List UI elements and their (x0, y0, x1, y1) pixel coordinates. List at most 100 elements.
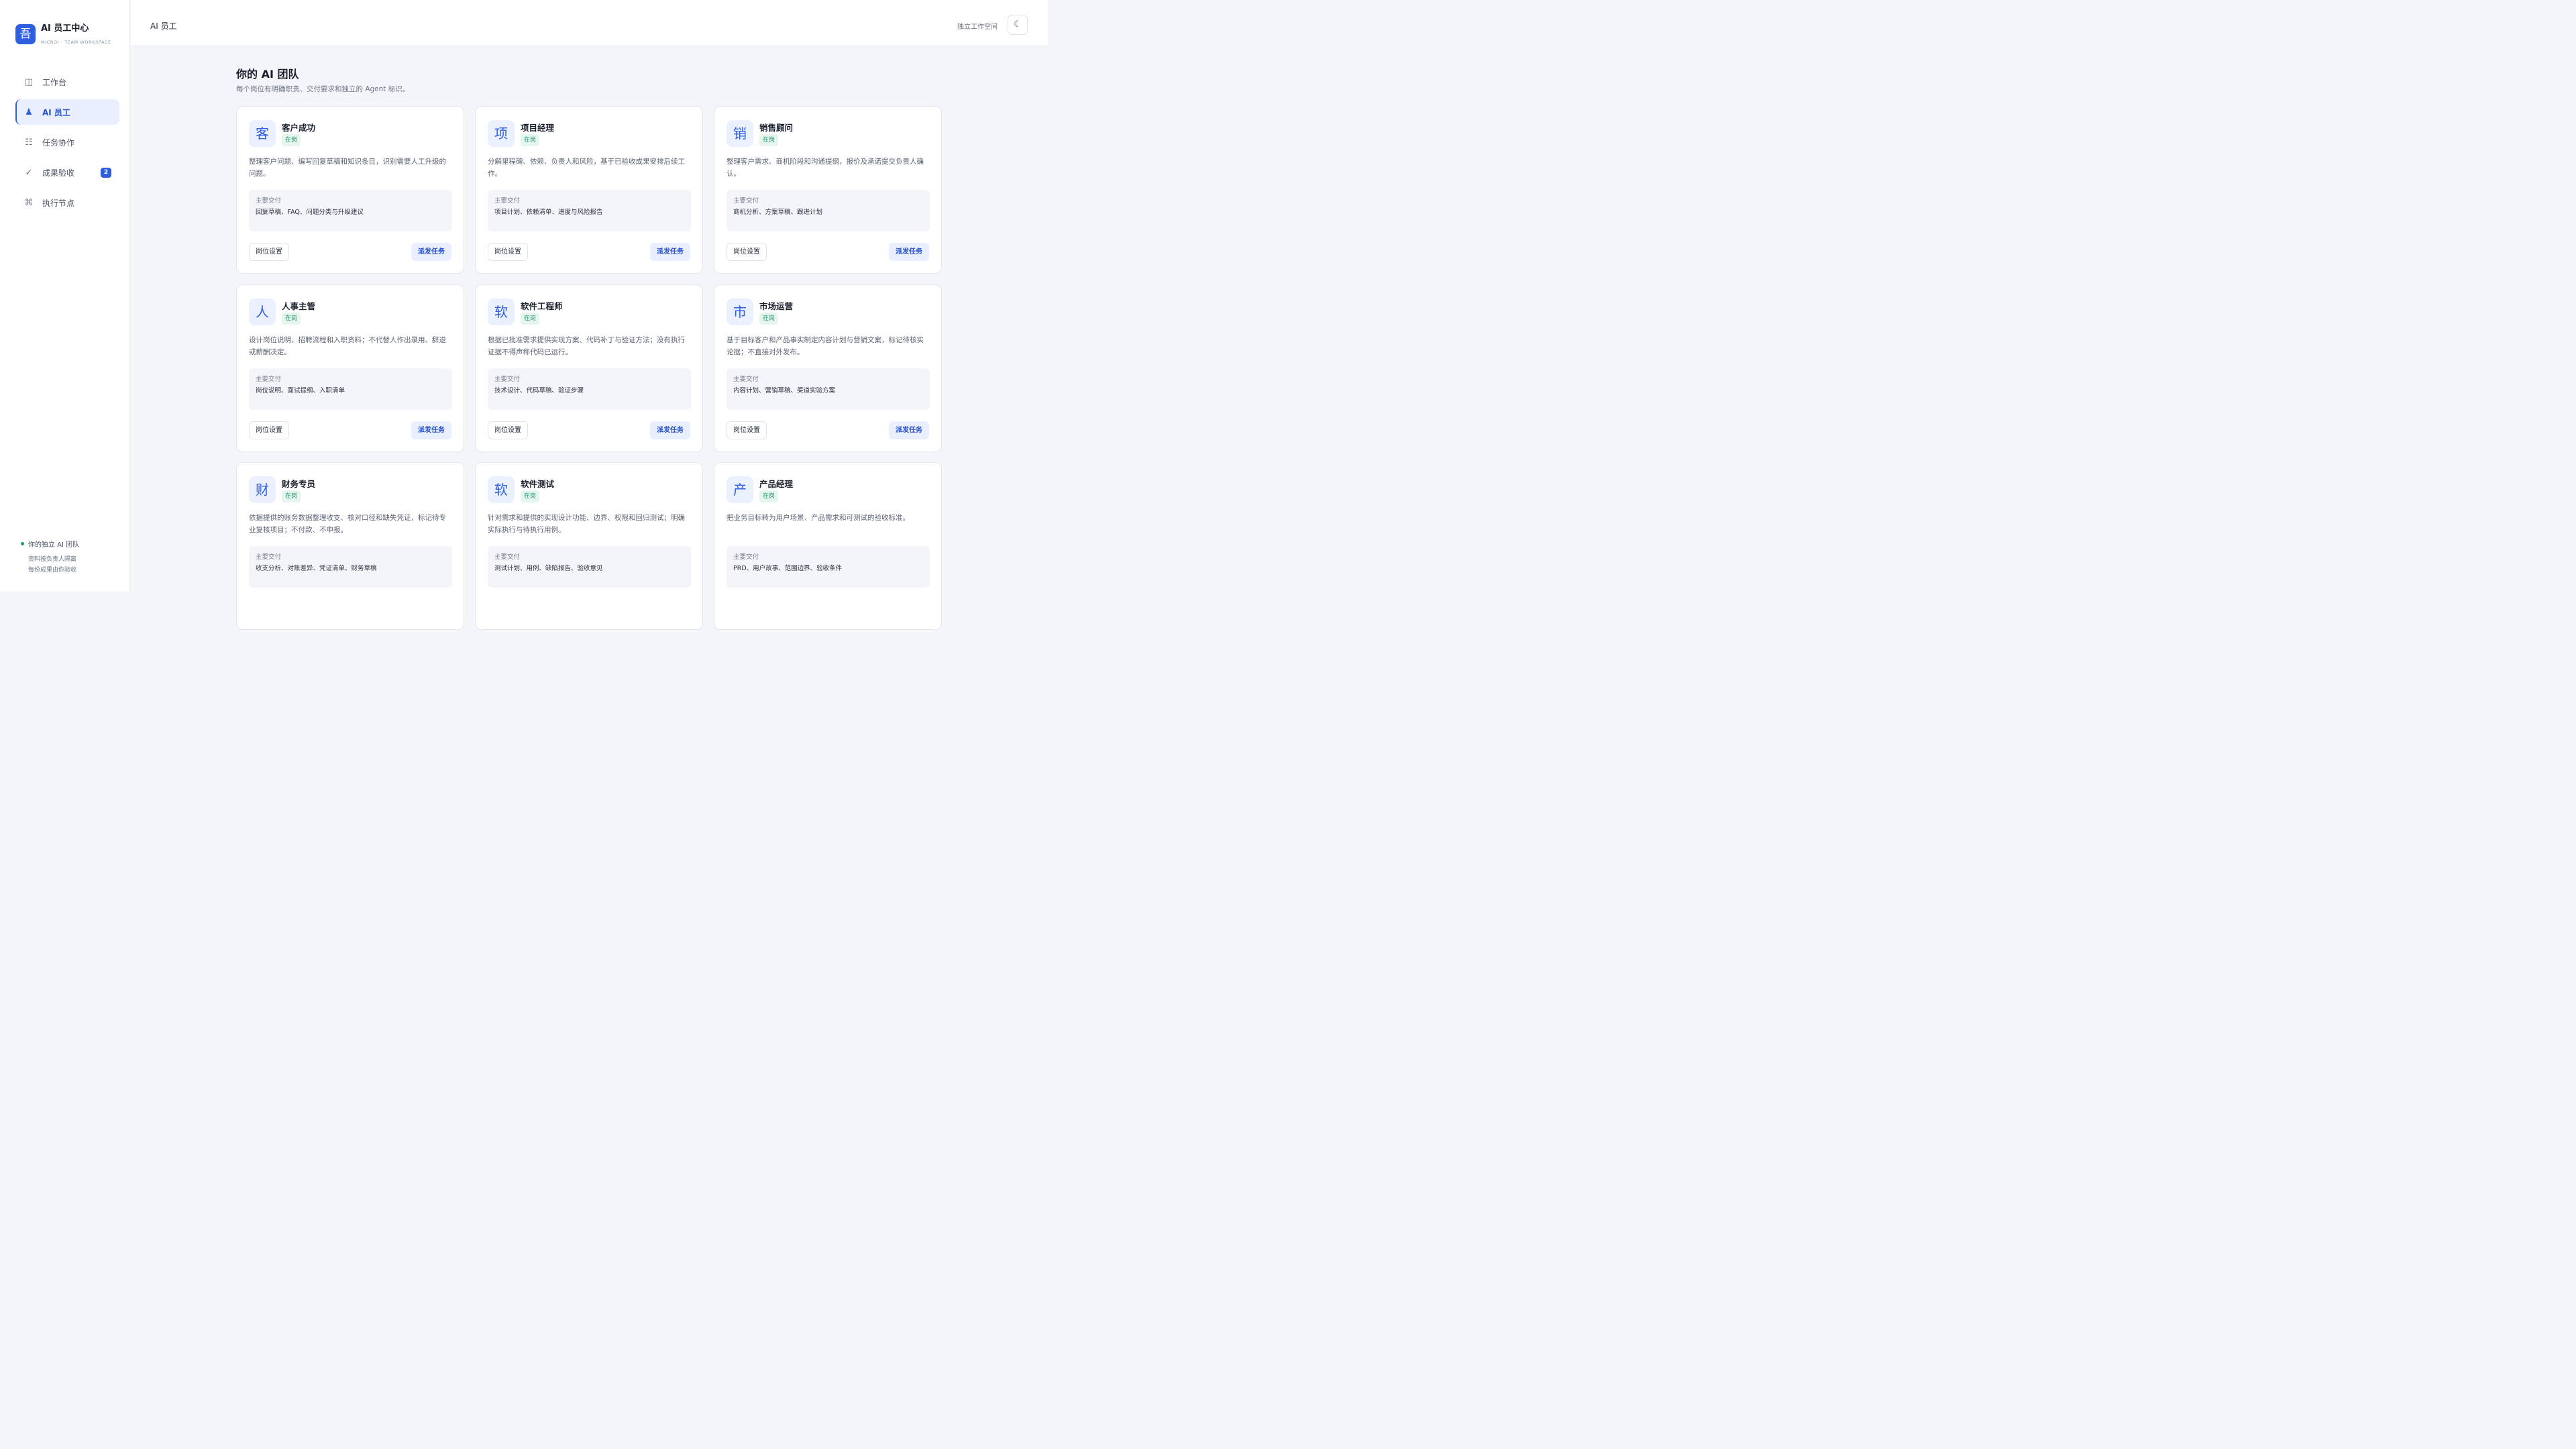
page-subtitle: 每个岗位有明确职责、交付要求和独立的 Agent 标识。 (236, 85, 410, 93)
role-settings-button[interactable]: 岗位设置 (249, 243, 289, 261)
role-settings-button[interactable]: 岗位设置 (727, 243, 767, 261)
deliverables-text: 项目计划、依赖清单、进度与风险报告 (494, 209, 603, 216)
role-avatar: 产 (727, 476, 753, 503)
role-name: 产品经理 (759, 479, 794, 489)
role-avatar: 软 (488, 476, 515, 503)
top-header: AI 员工 独立工作空间 ☾ (131, 0, 1048, 46)
status-badge: 在岗 (282, 134, 301, 146)
dispatch-task-button[interactable]: 派发任务 (650, 243, 690, 261)
status-badge: 在岗 (521, 490, 540, 502)
staff-card: 财 财务专员 在岗 依据提供的账务数据整理收支、核对口径和缺失凭证，标记待专业复… (236, 462, 464, 630)
role-name: 财务专员 (282, 479, 316, 489)
deliverables-box: 主要交付 内容计划、营销草稿、渠道实验方案 (727, 368, 930, 410)
review-count-badge: 2 (101, 168, 111, 178)
brand-subtitle: MICROI · TEAM WORKSPACE (41, 40, 111, 45)
dispatch-task-button[interactable]: 派发任务 (411, 421, 451, 439)
sidebar-item-workbench[interactable]: ◫ 工作台 (15, 69, 119, 95)
deliverables-label: 主要交付 (494, 376, 521, 383)
staff-card: 软 软件测试 在岗 针对需求和提供的实现设计功能、边界、权限和回归测试；明确实际… (475, 462, 703, 630)
staff-card: 市 市场运营 在岗 基于目标客户和产品事实制定内容计划与营销文案，标记待核实论据… (714, 284, 942, 452)
sidebar-item-tasks[interactable]: ☷ 任务协作 (15, 129, 119, 155)
role-description: 设计岗位说明、招聘流程和入职资料；不代替人作出录用、辞退或薪酬决定。 (249, 336, 446, 356)
role-name: 软件工程师 (521, 301, 563, 311)
deliverables-box: 主要交付 商机分析、方案草稿、跟进计划 (727, 190, 930, 231)
role-avatar: 财 (249, 476, 276, 503)
role-name: 软件测试 (521, 479, 555, 489)
team-label: 你的独立 AI 团队 (28, 541, 80, 549)
moon-icon: ☾ (1014, 19, 1022, 30)
role-avatar: 销 (727, 120, 753, 147)
deliverables-box: 主要交付 回复草稿、FAQ、问题分类与升级建议 (249, 190, 452, 231)
deliverables-label: 主要交付 (256, 376, 282, 383)
deliverables-text: 技术设计、代码草稿、验证步骤 (494, 387, 584, 394)
sidebar-item-review[interactable]: ✓ 成果验收 2 (15, 160, 119, 185)
role-name: 市场运营 (759, 301, 794, 311)
role-avatar: 客 (249, 120, 276, 147)
role-description: 分解里程碑、依赖、负责人和风险，基于已验收成果安排后续工作。 (488, 158, 685, 178)
staff-card: 软 软件工程师 在岗 根据已批准需求提供实现方案、代码补丁与验证方法；没有执行证… (475, 284, 703, 452)
sidebar: 吾 AI 员工中心 MICROI · TEAM WORKSPACE ◫ 工作台 … (0, 0, 130, 592)
deliverables-box: 主要交付 收支分析、对账差异、凭证清单、财务草稿 (249, 546, 452, 588)
role-name: 项目经理 (521, 123, 555, 133)
role-description: 整理客户问题、编写回复草稿和知识条目，识别需要人工升级的问题。 (249, 158, 446, 178)
check-icon: ✓ (25, 167, 33, 178)
isolation-note: 资料按负责人隔离 (28, 556, 77, 563)
role-description: 基于目标客户和产品事实制定内容计划与营销文案，标记待核实论据；不直接对外发布。 (727, 336, 924, 356)
deliverables-text: 收支分析、对账差异、凭证清单、财务草稿 (256, 565, 377, 572)
deliverables-label: 主要交付 (733, 197, 759, 205)
role-avatar: 项 (488, 120, 515, 147)
deliverables-label: 主要交付 (256, 553, 282, 561)
brand[interactable]: 吾 AI 员工中心 MICROI · TEAM WORKSPACE (15, 23, 111, 45)
deliverables-text: 商机分析、方案草稿、跟进计划 (733, 209, 823, 216)
staff-card: 人 人事主管 在岗 设计岗位说明、招聘流程和入职资料；不代替人作出录用、辞退或薪… (236, 284, 464, 452)
role-description: 整理客户需求、商机阶段和沟通提纲，报价及承诺提交负责人确认。 (727, 158, 924, 178)
deliverables-box: 主要交付 项目计划、依赖清单、进度与风险报告 (488, 190, 691, 231)
status-badge: 在岗 (282, 490, 301, 502)
brand-logo: 吾 (15, 24, 36, 44)
list-icon: ☷ (25, 137, 33, 148)
role-description: 根据已批准需求提供实现方案、代码补丁与验证方法；没有执行证据不得声称代码已运行。 (488, 336, 685, 356)
sidebar-item-label: 成果验收 (42, 168, 75, 178)
deliverables-label: 主要交付 (256, 197, 282, 205)
role-name: 人事主管 (282, 301, 316, 311)
role-description: 把业务目标转为用户场景、产品需求和可测试的验收标准。 (727, 514, 910, 522)
deliverables-text: 内容计划、营销草稿、渠道实验方案 (733, 387, 836, 394)
sidebar-item-label: 工作台 (42, 77, 67, 87)
dispatch-task-button[interactable]: 派发任务 (411, 243, 451, 261)
workspace-label[interactable]: 独立工作空间 (957, 21, 998, 31)
role-settings-button[interactable]: 岗位设置 (488, 421, 528, 439)
sidebar-item-label: AI 员工 (42, 107, 70, 117)
role-name: 客户成功 (282, 123, 316, 133)
deliverables-text: 岗位说明、面试提纲、入职清单 (256, 387, 345, 394)
sidebar-item-label: 任务协作 (42, 138, 75, 148)
status-badge: 在岗 (759, 490, 779, 502)
sidebar-item-nodes[interactable]: ⌘ 执行节点 (15, 190, 119, 215)
command-icon: ⌘ (24, 197, 34, 208)
deliverables-label: 主要交付 (733, 553, 759, 561)
deliverables-label: 主要交付 (733, 376, 759, 383)
brand-name: AI 员工中心 (41, 23, 89, 34)
sidebar-item-ai-staff[interactable]: ♟ AI 员工 (15, 99, 119, 125)
role-settings-button[interactable]: 岗位设置 (727, 421, 767, 439)
role-avatar: 市 (727, 299, 753, 325)
status-dot-icon (21, 542, 24, 545)
status-badge: 在岗 (521, 134, 540, 146)
dispatch-task-button[interactable]: 派发任务 (650, 421, 690, 439)
theme-toggle-button[interactable]: ☾ (1008, 15, 1028, 35)
dispatch-task-button[interactable]: 派发任务 (889, 421, 929, 439)
role-avatar: 人 (249, 299, 276, 325)
deliverables-text: PRD、用户故事、范围边界、验收条件 (733, 565, 843, 572)
dispatch-task-button[interactable]: 派发任务 (889, 243, 929, 261)
sidebar-footer: 你的独立 AI 团队 资料按负责人隔离 每份成果由你验收 (21, 539, 79, 576)
role-name: 销售顾问 (759, 123, 794, 133)
sidebar-item-label: 执行节点 (42, 198, 75, 208)
breadcrumb: AI 员工 (150, 21, 177, 31)
status-badge: 在岗 (282, 313, 301, 325)
deliverables-box: 主要交付 PRD、用户故事、范围边界、验收条件 (727, 546, 930, 588)
role-settings-button[interactable]: 岗位设置 (488, 243, 528, 261)
role-settings-button[interactable]: 岗位设置 (249, 421, 289, 439)
role-description: 依据提供的账务数据整理收支、核对口径和缺失凭证，标记待专业复核项目；不付款、不申… (249, 514, 446, 534)
role-avatar: 软 (488, 299, 515, 325)
staff-card: 产 产品经理 在岗 把业务目标转为用户场景、产品需求和可测试的验收标准。 主要交… (714, 462, 942, 630)
status-badge: 在岗 (759, 313, 779, 325)
